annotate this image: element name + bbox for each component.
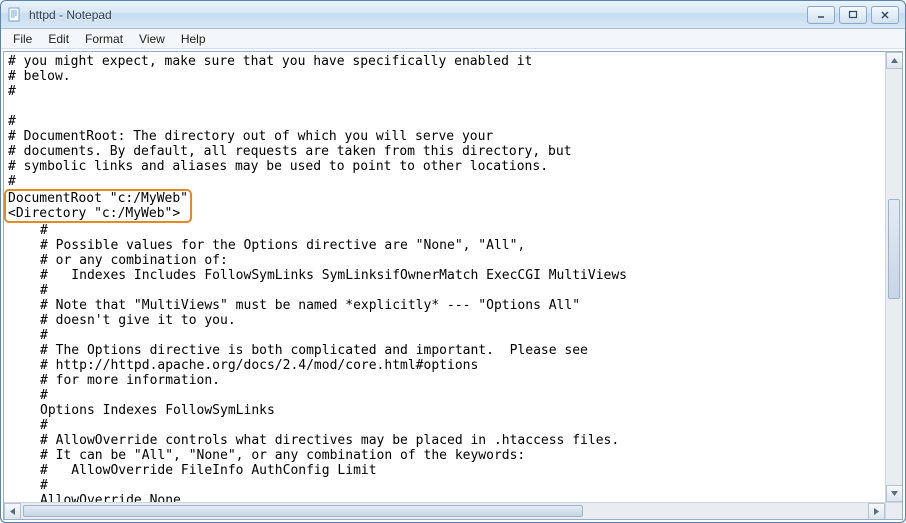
client-area: # you might expect, make sure that you h…	[3, 51, 903, 520]
window-controls	[807, 6, 899, 24]
scroll-up-button[interactable]	[886, 52, 903, 69]
text-line: #	[8, 174, 16, 189]
text-line: #	[40, 388, 885, 403]
vertical-scroll-track[interactable]	[886, 69, 902, 485]
text-line: # for more information.	[40, 373, 885, 388]
text-line: #	[40, 328, 885, 343]
text-line: # you might expect, make sure that you h…	[8, 54, 532, 69]
text-line: # doesn't give it to you.	[40, 313, 885, 328]
text-line: # It can be "All", "None", or any combin…	[40, 448, 885, 463]
text-line: # below.	[8, 69, 71, 84]
menu-help[interactable]: Help	[173, 30, 214, 48]
menubar: File Edit Format View Help	[1, 29, 905, 49]
scroll-left-button[interactable]	[4, 503, 21, 520]
horizontal-scroll-track[interactable]	[21, 503, 868, 519]
notepad-icon	[7, 7, 23, 23]
vertical-scroll-thumb[interactable]	[888, 199, 900, 299]
editor-viewport: # you might expect, make sure that you h…	[4, 52, 885, 502]
text-line: # Possible values for the Options direct…	[40, 238, 885, 253]
highlight-annotation: DocumentRoot "c:/MyWeb" <Directory "c:/M…	[4, 189, 192, 223]
minimize-button[interactable]	[807, 6, 835, 24]
text-line: #	[40, 223, 885, 238]
maximize-button[interactable]	[839, 6, 867, 24]
titlebar[interactable]: httpd - Notepad	[1, 1, 905, 29]
menu-file[interactable]: File	[5, 30, 40, 48]
scroll-down-button[interactable]	[886, 485, 903, 502]
notepad-window: httpd - Notepad File Edit Format View He…	[0, 0, 906, 523]
close-button[interactable]	[871, 6, 899, 24]
text-line: Options Indexes FollowSymLinks	[40, 403, 885, 418]
menu-format[interactable]: Format	[77, 30, 131, 48]
menu-edit[interactable]: Edit	[40, 30, 77, 48]
scrollbar-corner	[885, 502, 902, 519]
text-editor[interactable]: # you might expect, make sure that you h…	[4, 52, 885, 502]
text-line: # AllowOverride FileInfo AuthConfig Limi…	[40, 463, 885, 478]
text-line: # documents. By default, all requests ar…	[8, 144, 572, 159]
text-line: # http://httpd.apache.org/docs/2.4/mod/c…	[40, 358, 885, 373]
window-title: httpd - Notepad	[29, 8, 807, 22]
text-line: #	[40, 418, 885, 433]
text-line: # or any combination of:	[40, 253, 885, 268]
text-line: # Indexes Includes FollowSymLinks SymLin…	[40, 268, 885, 283]
text-line: #	[8, 114, 16, 129]
text-line: AllowOverride None	[40, 493, 885, 502]
horizontal-scroll-thumb[interactable]	[23, 505, 583, 517]
text-line: <Directory "c:/MyWeb">	[8, 206, 180, 221]
text-line: # DocumentRoot: The directory out of whi…	[8, 129, 493, 144]
vertical-scrollbar[interactable]	[885, 52, 902, 502]
text-line: # AllowOverride controls what directives…	[40, 433, 885, 448]
menu-view[interactable]: View	[131, 30, 173, 48]
horizontal-scrollbar[interactable]	[4, 502, 885, 519]
text-line: #	[8, 84, 16, 99]
scroll-right-button[interactable]	[868, 503, 885, 520]
text-line: # The Options directive is both complica…	[40, 343, 885, 358]
text-line: # symbolic links and aliases may be used…	[8, 159, 548, 174]
text-line: #	[40, 478, 885, 493]
text-line: # Note that "MultiViews" must be named *…	[40, 298, 885, 313]
text-line: #	[40, 283, 885, 298]
text-line: DocumentRoot "c:/MyWeb"	[8, 191, 188, 206]
